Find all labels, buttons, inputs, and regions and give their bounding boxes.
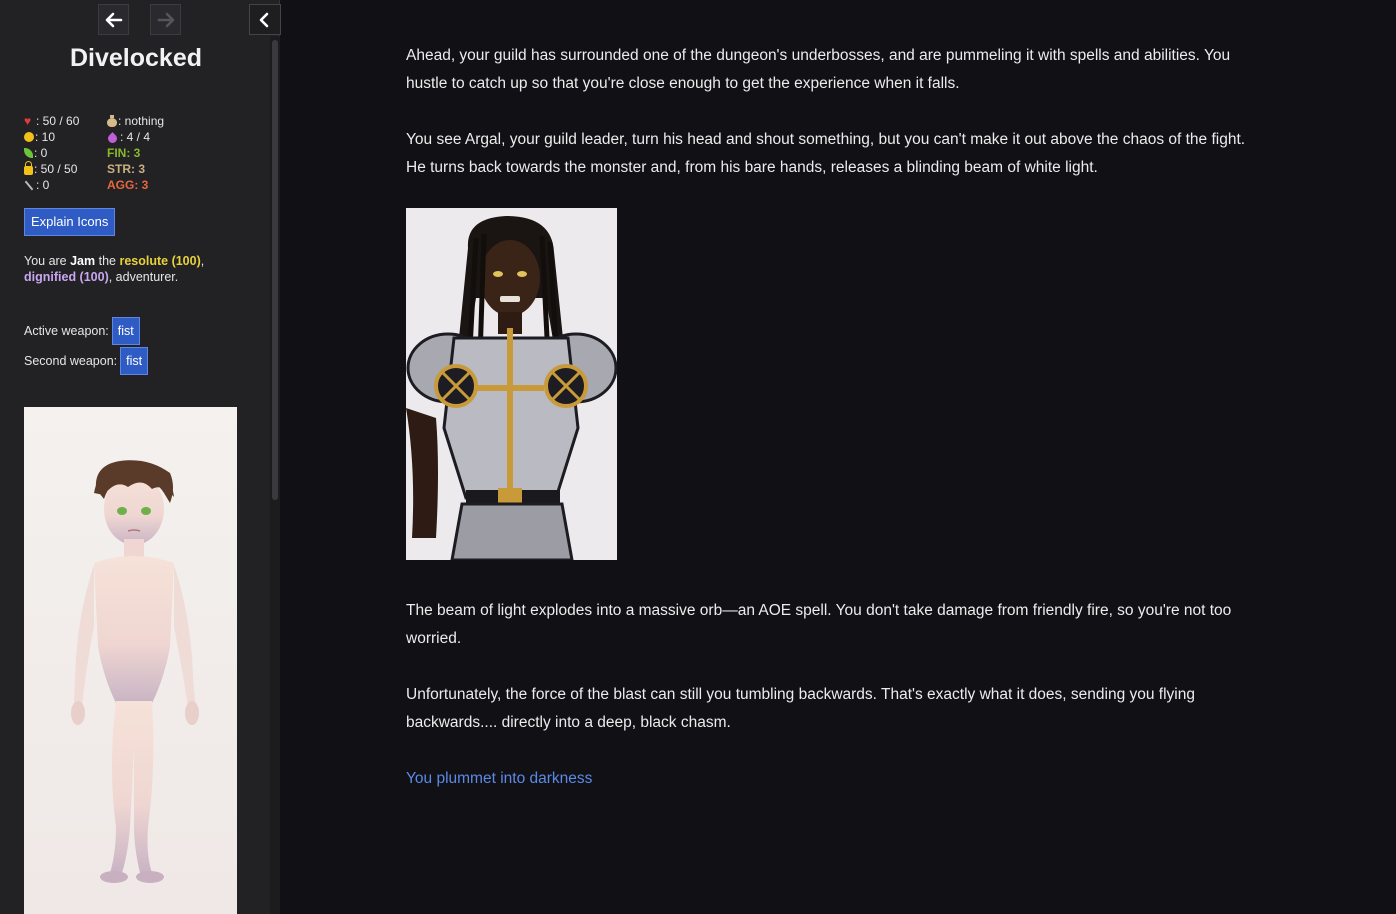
hp-value: : 50 / 60 bbox=[36, 114, 80, 128]
sack-icon bbox=[107, 114, 117, 127]
drop-icon bbox=[106, 131, 119, 145]
story-paragraph: Unfortunately, the force of the blast ca… bbox=[406, 686, 1195, 731]
character-name: Jam bbox=[70, 254, 96, 268]
trait-resolute: resolute (100) bbox=[119, 254, 201, 268]
second-weapon-row: Second weapon: fist bbox=[24, 347, 149, 375]
story-paragraph: The beam of light explodes into a massiv… bbox=[406, 602, 1232, 647]
herb-value: : 0 bbox=[34, 146, 48, 160]
chevron-left-icon bbox=[259, 12, 269, 27]
argal-portrait bbox=[406, 208, 617, 560]
wand-stat: : 0 bbox=[24, 177, 79, 193]
story-paragraph: Ahead, your guild has surrounded one of … bbox=[406, 47, 1231, 92]
story-panel: Ahead, your guild has surrounded one of … bbox=[281, 0, 1396, 914]
active-weapon-row: Active weapon: fist bbox=[24, 317, 140, 345]
heart-icon bbox=[24, 113, 35, 129]
active-weapon-button[interactable]: fist bbox=[111, 317, 140, 345]
active-weapon-label: Active weapon: bbox=[24, 324, 109, 338]
story-paragraph: You see Argal, your guild leader, turn h… bbox=[406, 131, 1246, 176]
character-description: You are Jam the resolute (100), dignifie… bbox=[24, 253, 224, 285]
second-weapon-label: Second weapon: bbox=[24, 354, 118, 368]
inventory-stat: : nothing bbox=[107, 113, 164, 129]
identity-prefix: You are bbox=[24, 254, 71, 268]
sidebar-scrollbar-thumb[interactable] bbox=[272, 40, 278, 500]
arrow-right-icon bbox=[157, 12, 174, 27]
identity-the: the bbox=[95, 254, 120, 268]
fin-stat: FIN: 3 bbox=[107, 146, 141, 160]
gold-stat: : 10 bbox=[24, 129, 79, 145]
str-stat: STR: 3 bbox=[107, 162, 146, 176]
arrow-left-icon bbox=[105, 12, 122, 27]
wand-value: : 0 bbox=[36, 178, 50, 192]
coin-icon bbox=[24, 132, 34, 142]
wand-icon bbox=[24, 180, 35, 191]
identity-separator: , bbox=[200, 254, 205, 268]
continue-link[interactable]: You plummet into darkness bbox=[406, 765, 592, 793]
hp-stat: : 50 / 60 bbox=[24, 113, 79, 129]
armored-knight-illustration bbox=[406, 216, 617, 560]
player-character-portrait bbox=[24, 407, 237, 914]
second-weapon-button[interactable]: fist bbox=[120, 347, 149, 375]
forward-button[interactable] bbox=[150, 4, 181, 35]
lock-value: : 50 / 50 bbox=[34, 162, 78, 176]
lock-icon bbox=[24, 161, 33, 175]
collapse-sidebar-button[interactable] bbox=[249, 4, 281, 35]
leaf-icon bbox=[24, 148, 33, 158]
back-button[interactable] bbox=[98, 4, 129, 35]
trait-dignified: dignified (100) bbox=[24, 270, 109, 284]
player-figure-illustration bbox=[71, 460, 199, 883]
stats-left: : 50 / 60 : 10 : 0 : 50 / 50 : 0 bbox=[24, 113, 79, 193]
lock-stat: : 50 / 50 bbox=[24, 161, 79, 177]
inventory-value: : nothing bbox=[118, 114, 165, 128]
herb-stat: : 0 bbox=[24, 145, 79, 161]
identity-suffix: , adventurer. bbox=[108, 270, 179, 284]
gold-value: : 10 bbox=[35, 130, 56, 144]
game-title: Divelocked bbox=[69, 44, 202, 72]
mana-stat: : 4 / 4 bbox=[106, 129, 164, 145]
agg-stat: AGG: 3 bbox=[107, 178, 149, 192]
mana-value: : 4 / 4 bbox=[120, 130, 151, 144]
sidebar: Divelocked : 50 / 60 : 10 : 0 : 50 / 50 … bbox=[0, 0, 281, 914]
stats-right: : nothing : 4 / 4 FIN: 3 STR: 3 AGG: 3 bbox=[106, 113, 164, 193]
explain-icons-button[interactable]: Explain Icons bbox=[24, 208, 116, 236]
